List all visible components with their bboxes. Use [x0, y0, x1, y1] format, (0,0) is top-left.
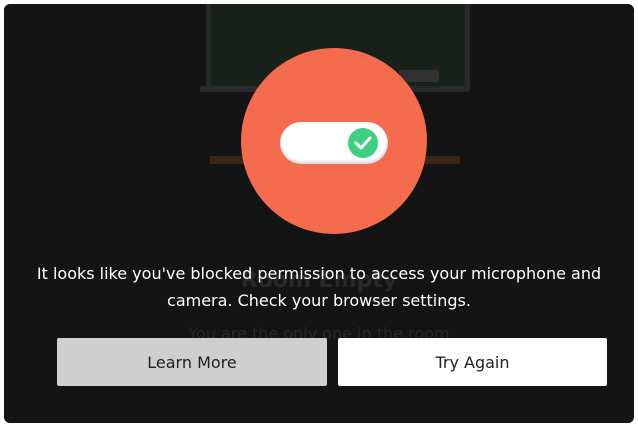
app-window: Room Empty You are the only one in the r…	[4, 4, 634, 423]
try-again-button[interactable]: Try Again	[338, 338, 607, 386]
permission-message: It looks like you've blocked permission …	[36, 264, 602, 310]
learn-more-button[interactable]: Learn More	[57, 338, 327, 386]
check-icon	[348, 128, 378, 158]
toggle-switch-icon	[280, 122, 388, 164]
permission-illustration	[241, 48, 427, 234]
